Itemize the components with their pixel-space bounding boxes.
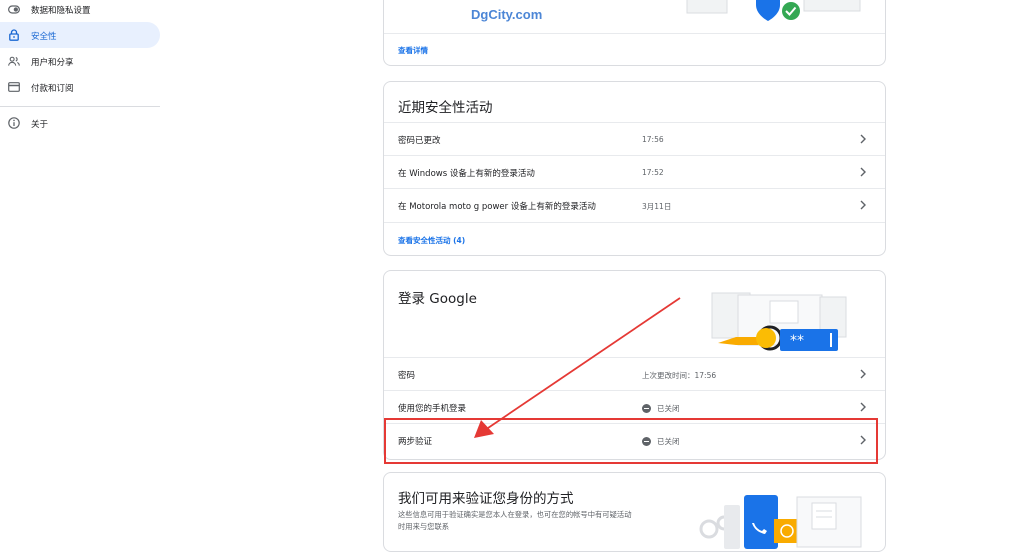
security-checkup-card: 查看详情 bbox=[383, 0, 886, 66]
toggle-icon bbox=[8, 3, 20, 15]
view-details-link[interactable]: 查看详情 bbox=[398, 45, 428, 56]
sidebar-item-people-sharing[interactable]: 用户和分享 bbox=[0, 48, 160, 74]
off-status-icon bbox=[642, 404, 651, 413]
people-icon bbox=[8, 55, 20, 67]
info-icon bbox=[8, 117, 20, 129]
row-label: 使用您的手机登录 bbox=[398, 404, 467, 414]
watermark: DgCity.com bbox=[471, 7, 543, 22]
sidebar-item-security[interactable]: 安全性 bbox=[0, 22, 160, 48]
row-value: 已关闭 bbox=[657, 404, 680, 413]
activity-time: 3月11日 bbox=[642, 202, 672, 211]
sidebar-divider bbox=[0, 106, 160, 107]
card-divider bbox=[384, 33, 885, 34]
chevron-right-icon bbox=[860, 369, 866, 379]
sidebar: 数据和隐私设置 安全性 用户和分享 付款和订阅 关于 bbox=[0, 0, 160, 542]
description-line: 这些信息可用于验证确实是您本人在登录，也可在您的帐号中有可疑活动 bbox=[398, 510, 632, 519]
sidebar-item-data-privacy[interactable]: 数据和隐私设置 bbox=[0, 0, 160, 22]
row-status: 已关闭 bbox=[642, 403, 680, 414]
sidebar-item-about[interactable]: 关于 bbox=[0, 110, 160, 136]
activity-label: 密码已更改 bbox=[398, 136, 441, 146]
recent-security-activity-card: 近期安全性活动 密码已更改 17:56 在 Windows 设备上有新的登录活动… bbox=[383, 81, 886, 256]
signin-illustration: ** bbox=[710, 291, 850, 361]
credit-card-icon bbox=[8, 81, 20, 93]
card-title: 我们可用来验证您身份的方式 bbox=[398, 491, 574, 507]
card-description: 这些信息可用于验证确实是您本人在登录，也可在您的帐号中有可疑活动 时用来与您联系 bbox=[398, 509, 632, 533]
row-value: 上次更改时间：17:56 bbox=[642, 371, 717, 380]
activity-row[interactable]: 在 Windows 设备上有新的登录活动 17:52 bbox=[384, 155, 885, 188]
activity-label: 在 Motorola moto g power 设备上有新的登录活动 bbox=[398, 202, 596, 212]
sidebar-item-label: 用户和分享 bbox=[31, 58, 74, 68]
sidebar-item-label: 安全性 bbox=[31, 32, 57, 42]
row-label: 密码 bbox=[398, 371, 416, 381]
chevron-right-icon bbox=[860, 134, 866, 144]
svg-text:**: ** bbox=[790, 333, 804, 349]
verify-identity-card: 我们可用来验证您身份的方式 这些信息可用于验证确实是您本人在登录，也可在您的帐号… bbox=[383, 472, 886, 552]
chevron-right-icon bbox=[860, 167, 866, 177]
sidebar-item-label: 数据和隐私设置 bbox=[31, 6, 91, 16]
lock-icon bbox=[8, 29, 20, 41]
sidebar-item-label: 关于 bbox=[31, 120, 49, 130]
chevron-right-icon bbox=[860, 402, 866, 412]
sidebar-item-label: 付款和订阅 bbox=[31, 84, 74, 94]
sidebar-item-payments[interactable]: 付款和订阅 bbox=[0, 74, 160, 100]
activity-label: 在 Windows 设备上有新的登录活动 bbox=[398, 169, 535, 179]
activity-time: 17:56 bbox=[642, 135, 664, 144]
activity-row[interactable]: 在 Motorola moto g power 设备上有新的登录活动 3月11日 bbox=[384, 188, 885, 221]
card-title: 登录 Google bbox=[398, 291, 477, 307]
activity-time: 17:52 bbox=[642, 168, 664, 177]
card-title: 近期安全性活动 bbox=[398, 100, 493, 116]
verify-illustration bbox=[694, 489, 864, 549]
description-line: 时用来与您联系 bbox=[398, 522, 450, 531]
view-security-activity-link[interactable]: 查看安全性活动 (4) bbox=[398, 235, 465, 246]
chevron-right-icon bbox=[860, 200, 866, 210]
card-divider bbox=[384, 222, 885, 223]
password-row[interactable]: 密码 上次更改时间：17:56 bbox=[384, 357, 885, 390]
activity-row[interactable]: 密码已更改 17:56 bbox=[384, 122, 885, 155]
checkup-illustration bbox=[684, 0, 864, 31]
highlight-box bbox=[384, 418, 878, 464]
